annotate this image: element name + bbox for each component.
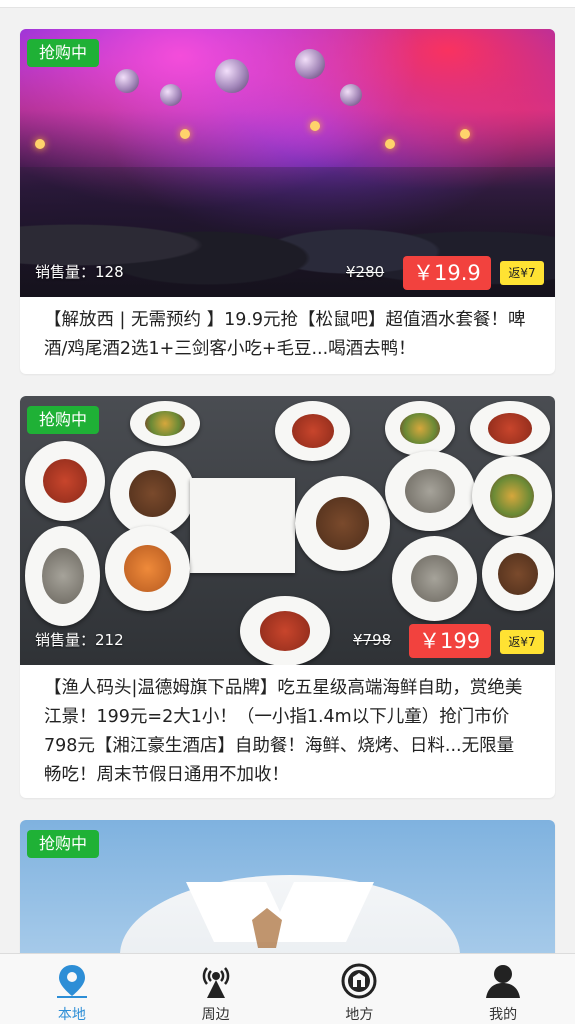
- deal-description[interactable]: 【解放西 | 无需预约 】19.9元抢【松鼠吧】超值酒水套餐！啤酒/鸡尾酒2选1…: [20, 297, 555, 364]
- food-plate: [385, 451, 475, 531]
- sales-count: 销售量：128: [35, 263, 124, 281]
- tab-label: 我的: [489, 1007, 518, 1023]
- light-decoration: [310, 121, 320, 131]
- original-price: ¥280: [346, 263, 385, 281]
- on-sale-badge: 抢购中: [27, 39, 100, 67]
- deal-price[interactable]: ￥199: [409, 624, 491, 658]
- status-strip: [0, 0, 575, 8]
- original-price: ¥798: [353, 631, 392, 649]
- deal-card[interactable]: 抢购中: [20, 820, 555, 953]
- rebate-badge: 返¥7: [500, 630, 544, 654]
- badge-emblem-icon: [341, 963, 377, 999]
- food-plate: [130, 401, 200, 446]
- tab-region[interactable]: 地方: [288, 954, 432, 1024]
- tab-nearby[interactable]: 周边: [144, 954, 288, 1024]
- deal-description[interactable]: 【渔人码头|温德姆旗下品牌】吃五星级高端海鲜自助，赏绝美江景！199元=2大1小…: [20, 665, 555, 790]
- on-sale-badge: 抢购中: [27, 830, 100, 858]
- tab-label: 地方: [345, 1007, 374, 1023]
- food-plate: [470, 401, 550, 456]
- tab-local[interactable]: 本地: [0, 954, 144, 1024]
- sales-count: 销售量：212: [35, 631, 124, 649]
- food-plate: [105, 526, 190, 611]
- disco-ball-decoration: [215, 59, 249, 93]
- location-pin-icon: [56, 965, 87, 998]
- deal-photo-buffet: 抢购中 销售量：212 ¥798 ￥199 返¥7: [20, 396, 555, 665]
- user-icon: [486, 965, 521, 998]
- disco-ball-decoration: [295, 49, 325, 79]
- food-plate: [240, 596, 330, 665]
- rebate-badge: 返¥7: [500, 261, 544, 285]
- light-decoration: [180, 129, 190, 139]
- food-plate: [295, 476, 390, 571]
- deal-photo-bar: 抢购中 销售量：128 ¥280 ￥19.9 返¥7: [20, 29, 555, 297]
- tab-label: 本地: [57, 1007, 86, 1023]
- tab-label: 周边: [201, 1007, 230, 1023]
- food-plate: [25, 441, 105, 521]
- food-plate: [392, 536, 477, 621]
- deal-photo-shirt: 抢购中: [20, 820, 555, 953]
- food-plate: [275, 401, 350, 461]
- food-plate: [482, 536, 554, 611]
- disco-ball-decoration: [340, 84, 362, 106]
- light-decoration: [460, 129, 470, 139]
- tab-mine[interactable]: 我的: [431, 954, 575, 1024]
- food-plate: [110, 451, 195, 536]
- food-plate: [25, 526, 100, 626]
- bottom-tab-bar: 本地 周边 地方 我的: [0, 953, 575, 1024]
- light-decoration: [35, 139, 45, 149]
- deal-card[interactable]: 抢购中 销售量：128 ¥280 ￥19.9 返¥7 【解放西 | 无需预约 】…: [20, 29, 555, 374]
- deal-price[interactable]: ￥19.9: [403, 256, 491, 290]
- on-sale-badge: 抢购中: [27, 406, 100, 434]
- food-plate: [190, 478, 295, 573]
- deal-card[interactable]: 抢购中 销售量：212 ¥798 ￥199 返¥7 【渔人码头|温德姆旗下品牌】…: [20, 396, 555, 798]
- deal-feed[interactable]: 抢购中 销售量：128 ¥280 ￥19.9 返¥7 【解放西 | 无需预约 】…: [0, 8, 575, 953]
- radio-tower-icon: [202, 967, 229, 998]
- light-decoration: [385, 139, 395, 149]
- food-plate: [472, 456, 552, 536]
- disco-ball-decoration: [160, 84, 182, 106]
- disco-ball-decoration: [115, 69, 139, 93]
- food-plate: [385, 401, 455, 456]
